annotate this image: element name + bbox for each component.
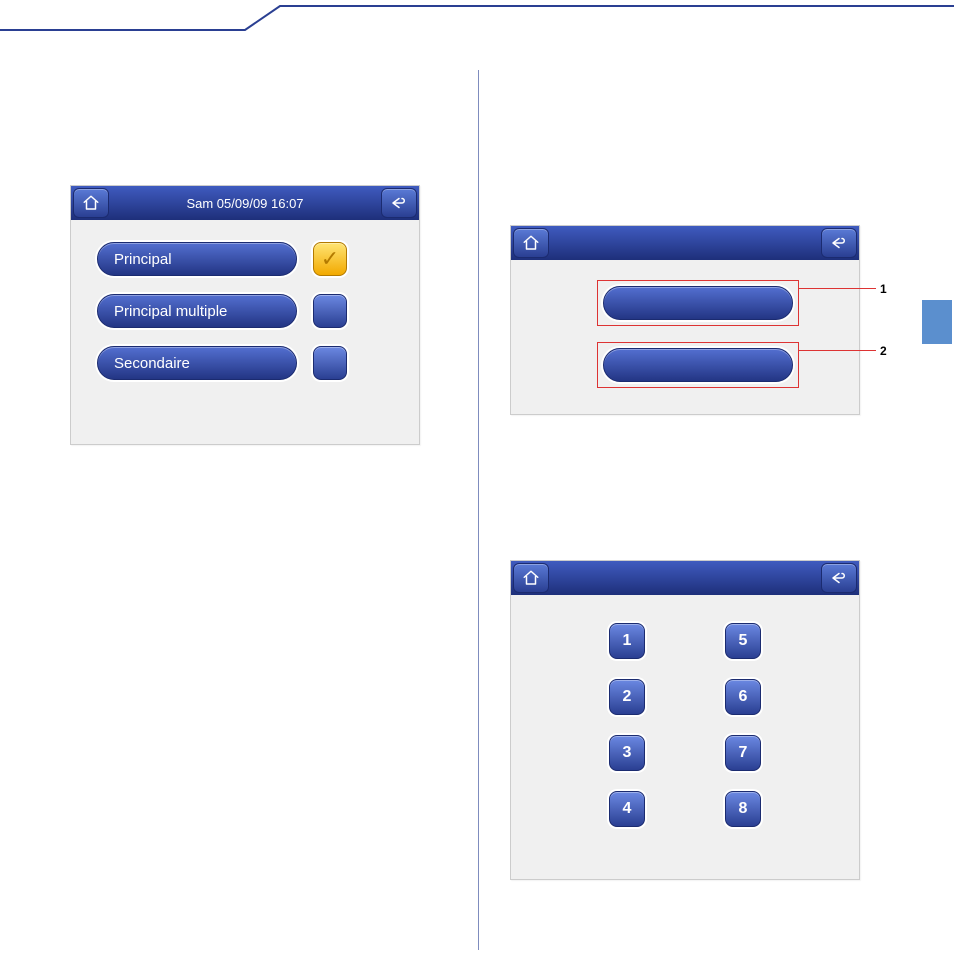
- num-key-label: 5: [739, 632, 748, 650]
- back-arrow-icon: [830, 569, 848, 587]
- option-button-secondaire[interactable]: Secondaire: [97, 346, 297, 380]
- option-check-secondaire[interactable]: [313, 346, 347, 380]
- num-key-label: 1: [623, 632, 632, 650]
- num-key-7[interactable]: 7: [725, 735, 761, 771]
- option-check-principal[interactable]: ✓: [313, 242, 347, 276]
- titlebar: [511, 561, 859, 595]
- callout-number-1: 1: [880, 282, 887, 296]
- num-key-label: 8: [739, 800, 748, 818]
- screen-callouts: [510, 225, 860, 415]
- screen-number-grid: 1 5 2 6 3 7 4 8: [510, 560, 860, 880]
- option-label: Secondaire: [114, 355, 190, 372]
- option-row-secondaire: Secondaire: [97, 346, 393, 380]
- num-key-4[interactable]: 4: [609, 791, 645, 827]
- home-icon: [522, 234, 540, 252]
- back-button[interactable]: [381, 188, 417, 218]
- page-header-rule: [0, 0, 954, 60]
- screen-mode-select: Sam 05/09/09 16:07 Principal ✓ Principal…: [70, 185, 420, 445]
- option-button-principal[interactable]: Principal: [97, 242, 297, 276]
- home-button[interactable]: [513, 228, 549, 258]
- back-arrow-icon: [830, 234, 848, 252]
- titlebar: Sam 05/09/09 16:07: [71, 186, 419, 220]
- num-key-label: 3: [623, 744, 632, 762]
- checkmark-icon: ✓: [321, 246, 339, 272]
- callout-box-2: [597, 342, 799, 388]
- back-button[interactable]: [821, 228, 857, 258]
- num-key-label: 2: [623, 688, 632, 706]
- home-button[interactable]: [513, 563, 549, 593]
- callout-leader-2: [798, 350, 876, 351]
- callout-box-1: [597, 280, 799, 326]
- titlebar: [511, 226, 859, 260]
- num-key-8[interactable]: 8: [725, 791, 761, 827]
- num-key-1[interactable]: 1: [609, 623, 645, 659]
- section-side-tab: [922, 300, 952, 344]
- titlebar-datetime: Sam 05/09/09 16:07: [111, 196, 379, 211]
- number-grid: 1 5 2 6 3 7 4 8: [609, 623, 761, 827]
- option-row-principal-multiple: Principal multiple: [97, 294, 393, 328]
- num-key-3[interactable]: 3: [609, 735, 645, 771]
- option-button-principal-multiple[interactable]: Principal multiple: [97, 294, 297, 328]
- home-icon: [522, 569, 540, 587]
- home-button[interactable]: [73, 188, 109, 218]
- home-icon: [82, 194, 100, 212]
- option-label: Principal multiple: [114, 303, 227, 320]
- option-label: Principal: [114, 251, 172, 268]
- back-button[interactable]: [821, 563, 857, 593]
- num-key-2[interactable]: 2: [609, 679, 645, 715]
- vertical-separator: [478, 70, 479, 950]
- callout-number-2: 2: [880, 344, 887, 358]
- callout-leader-1: [798, 288, 876, 289]
- option-row-principal: Principal ✓: [97, 242, 393, 276]
- num-key-label: 4: [623, 800, 632, 818]
- option-check-principal-multiple[interactable]: [313, 294, 347, 328]
- num-key-5[interactable]: 5: [725, 623, 761, 659]
- back-arrow-icon: [390, 194, 408, 212]
- num-key-label: 6: [739, 688, 748, 706]
- num-key-label: 7: [739, 744, 748, 762]
- num-key-6[interactable]: 6: [725, 679, 761, 715]
